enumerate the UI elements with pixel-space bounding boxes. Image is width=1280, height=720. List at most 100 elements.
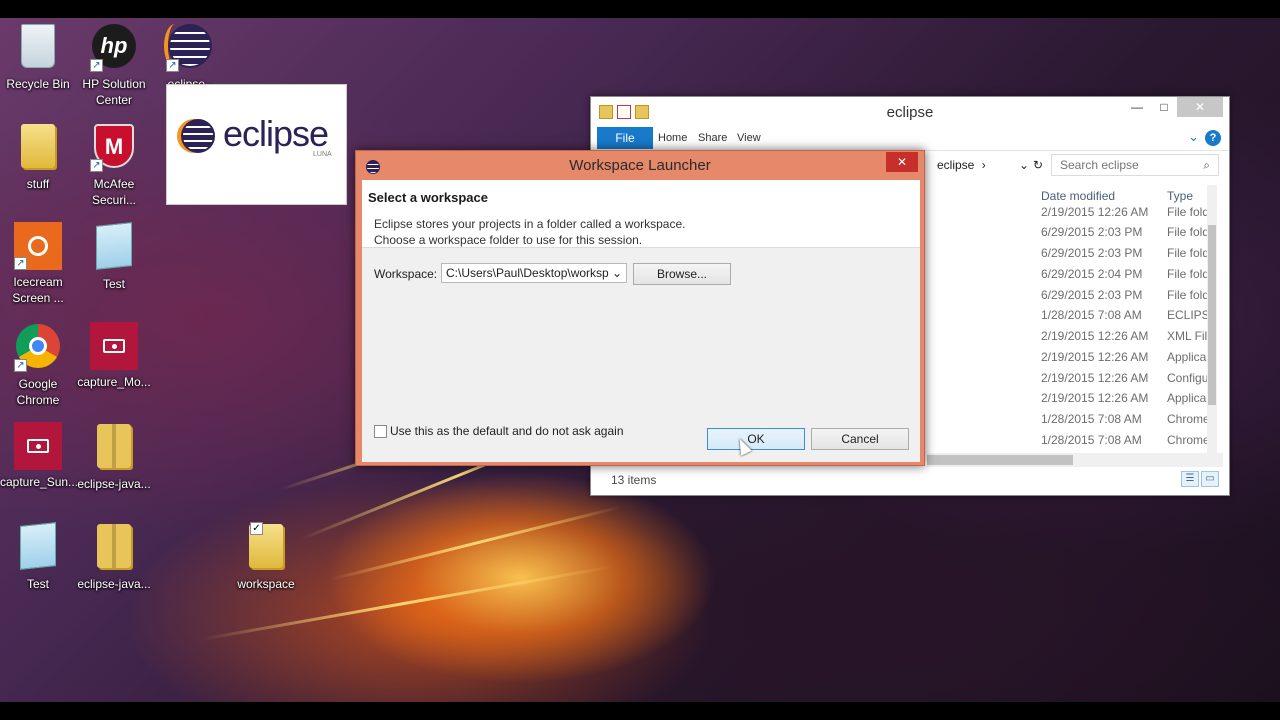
explorer-titlebar[interactable]: eclipse — □ ✕ [591, 97, 1229, 127]
list-item[interactable]: 2/19/2015 12:26 AM File fold [1041, 205, 1207, 219]
row-type: File fold [1167, 246, 1207, 260]
desktop-icon-eclipse-java-1[interactable]: eclipse-java... [76, 422, 152, 492]
tab-home[interactable]: Home [658, 132, 687, 144]
details-view-icon[interactable]: ☰ [1181, 471, 1199, 487]
list-item[interactable]: 6/29/2015 2:03 PM File fold [1041, 288, 1207, 302]
row-date: 6/29/2015 2:04 PM [1041, 267, 1143, 281]
splash-wordmark: eclipse [223, 113, 329, 154]
desktop-icon-test-2[interactable]: Test [0, 522, 76, 592]
tab-share[interactable]: Share [698, 132, 727, 144]
row-date: 2/19/2015 12:26 AM [1041, 205, 1149, 219]
tab-view[interactable]: View [737, 132, 761, 144]
column-header-type[interactable]: Type [1167, 189, 1193, 203]
notepad-icon [20, 522, 56, 570]
list-item[interactable]: 2/19/2015 12:26 AM Applica [1041, 391, 1207, 405]
desktop-icon-label: capture_Mo... [77, 375, 151, 389]
default-checkbox-label[interactable]: Use this as the default and do not ask a… [390, 424, 624, 438]
tab-file[interactable]: File [597, 127, 653, 149]
browse-button[interactable]: Browse... [633, 263, 731, 285]
ok-button[interactable]: OK [707, 428, 805, 450]
ribbon-tabs: File Home Share View ⌄ ? [591, 127, 1229, 151]
large-icons-view-icon[interactable]: ▭ [1201, 471, 1219, 487]
workspace-launcher-dialog: Workspace Launcher ✕ Select a workspace … [355, 150, 925, 466]
desktop-icon-hp-solution-center[interactable]: hp ↗ HP Solution Center [76, 22, 152, 108]
default-checkbox[interactable] [374, 425, 387, 438]
cancel-button[interactable]: Cancel [811, 428, 909, 450]
row-type: XML File [1167, 329, 1207, 343]
dialog-title: Workspace Launcher [569, 157, 711, 174]
desktop-icon-eclipse-java-2[interactable]: eclipse-java... [76, 522, 152, 592]
row-date: 6/29/2015 2:03 PM [1041, 246, 1143, 260]
row-date: 2/19/2015 12:26 AM [1041, 371, 1149, 385]
desktop-icon-chrome[interactable]: ↗ Google Chrome [0, 322, 76, 408]
refresh-icon[interactable]: ↻ [1033, 154, 1043, 176]
list-item[interactable]: 2/19/2015 12:26 AM Configu [1041, 371, 1207, 385]
chevron-down-icon[interactable]: ⌄ [1188, 129, 1199, 145]
desktop-icon-icecream[interactable]: ↗ Icecream Screen ... [0, 222, 76, 306]
row-date: 2/19/2015 12:26 AM [1041, 350, 1149, 364]
video-icon [90, 322, 138, 370]
splash-edition: LUNA [313, 151, 332, 158]
breadcrumb[interactable]: eclipse [937, 158, 974, 172]
row-date: 6/29/2015 2:03 PM [1041, 288, 1143, 302]
row-type: ECLIPSE [1167, 308, 1207, 322]
dropdown-icon[interactable]: ⌄ [1019, 154, 1029, 176]
desktop-icon-label: workspace [237, 577, 295, 591]
close-button[interactable]: ✕ [1177, 97, 1223, 117]
list-item[interactable]: 2/19/2015 12:26 AM XML File [1041, 329, 1207, 343]
desktop-icon-label: eclipse-java... [77, 577, 151, 591]
workspace-label: Workspace: [374, 267, 438, 281]
list-item[interactable]: 6/29/2015 2:04 PM File fold [1041, 267, 1207, 281]
dialog-content: Select a workspace Eclipse stores your p… [362, 180, 920, 462]
search-input[interactable]: Search eclipse ⌕ [1051, 154, 1219, 176]
notepad-icon [96, 222, 132, 270]
chevron-right-icon[interactable]: › [982, 158, 986, 172]
desktop-icon-label: Recycle Bin [6, 77, 70, 91]
shortcut-arrow-icon: ↗ [166, 59, 179, 72]
video-icon [14, 422, 62, 470]
help-icon[interactable]: ? [1205, 130, 1221, 146]
address-bar[interactable]: eclipse › ⌄ ↻ [927, 154, 1047, 176]
desktop-icon-stuff[interactable]: stuff [0, 122, 76, 192]
view-toggle: ☰ ▭ [1181, 471, 1219, 487]
search-icon[interactable]: ⌕ [1203, 155, 1210, 175]
vertical-scrollbar[interactable] [1207, 185, 1217, 455]
row-type: File fold [1167, 267, 1207, 281]
dialog-message-line2: Choose a workspace folder to use for thi… [374, 233, 643, 247]
shortcut-arrow-icon: ↗ [14, 359, 27, 372]
scrollbar-thumb[interactable] [1208, 225, 1216, 405]
eclipse-splash-screen: eclipse LUNA [166, 84, 347, 205]
dialog-close-button[interactable]: ✕ [886, 152, 918, 172]
scrollbar-thumb[interactable] [927, 455, 1073, 465]
desktop-icon-label: HP Solution Center [82, 77, 146, 107]
eclipse-logo-icon [181, 119, 215, 153]
desktop-icon-capture-mo[interactable]: capture_Mo... [76, 322, 152, 390]
list-item[interactable]: 1/28/2015 7:08 AM ECLIPSE [1041, 308, 1207, 322]
desktop-icon-label: Google Chrome [16, 377, 60, 407]
desktop-icon-workspace[interactable]: ✓ workspace [228, 522, 304, 592]
desktop-icon-label: stuff [26, 177, 50, 191]
desktop-icon-recycle-bin[interactable]: Recycle Bin [0, 22, 76, 92]
list-item[interactable]: 6/29/2015 2:03 PM File fold [1041, 225, 1207, 239]
shortcut-arrow-icon: ↗ [14, 257, 27, 270]
list-item[interactable]: 1/28/2015 7:08 AM Chrome [1041, 412, 1207, 426]
chevron-down-icon[interactable]: ⌄ [609, 264, 622, 282]
row-type: Applica [1167, 350, 1207, 364]
row-type: Chrome [1167, 412, 1207, 426]
desktop-icon-label: Icecream Screen ... [12, 275, 64, 305]
checkmark-icon: ✓ [250, 522, 263, 535]
row-date: 1/28/2015 7:08 AM [1041, 308, 1142, 322]
dialog-message-line1: Eclipse stores your projects in a folder… [374, 217, 686, 231]
list-item[interactable]: 6/29/2015 2:03 PM File fold [1041, 246, 1207, 260]
workspace-combo[interactable]: C:\Users\Paul\Desktop\worksp ⌄ [441, 263, 627, 283]
recycle-bin-icon [21, 24, 55, 68]
desktop-icon-test-1[interactable]: Test [76, 222, 152, 292]
desktop-icon-mcafee[interactable]: M ↗ McAfee Securi... [76, 122, 152, 208]
list-item[interactable]: 1/28/2015 7:08 AM Chrome [1041, 433, 1207, 447]
zip-folder-icon [97, 424, 131, 468]
list-item[interactable]: 2/19/2015 12:26 AM Applica [1041, 350, 1207, 364]
column-header-date[interactable]: Date modified [1041, 189, 1115, 203]
horizontal-scrollbar[interactable] [927, 453, 1223, 467]
desktop-icon-label: capture_Sun... [0, 475, 79, 489]
desktop-icon-capture-sun[interactable]: capture_Sun... [0, 422, 79, 490]
